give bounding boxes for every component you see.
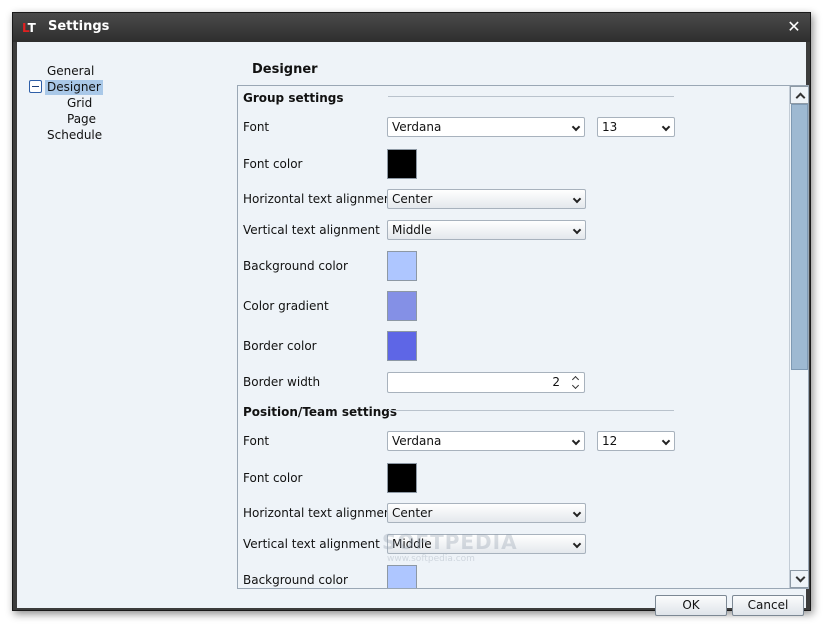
spin-up-icon[interactable] [572, 374, 580, 382]
group-border-width-stepper[interactable]: 2 [387, 372, 585, 393]
team-halign-label: Horizontal text alignment [243, 506, 397, 520]
tree-item-grid[interactable]: Grid [65, 96, 94, 111]
section-title-group: Group settings [243, 91, 344, 105]
group-font-color-label: Font color [243, 157, 303, 171]
group-border-color-label: Border color [243, 339, 317, 353]
settings-tree: General Designer Grid Page Schedule [17, 42, 237, 582]
cancel-button[interactable]: Cancel [732, 595, 804, 616]
settings-content: Group settings Font Verdana 13 Font colo… [238, 86, 789, 588]
team-halign-value: Center [392, 506, 433, 520]
panel-title: Designer [252, 62, 318, 77]
team-valign-label: Vertical text alignment [243, 537, 380, 551]
ok-button[interactable]: OK [655, 595, 727, 616]
vertical-scrollbar[interactable] [789, 86, 808, 588]
group-font-select[interactable]: Verdana [387, 117, 585, 137]
group-border-width-value: 2 [552, 375, 560, 389]
chevron-down-icon [572, 225, 582, 235]
group-bg-label: Background color [243, 259, 348, 273]
section-divider [388, 410, 674, 411]
logo-letter-t: T [27, 21, 36, 35]
team-font-select[interactable]: Verdana [387, 431, 585, 451]
app-logo-icon: LT [22, 21, 38, 35]
settings-window: LT Settings ✕ General Designer Grid Page… [12, 12, 811, 616]
group-halign-value: Center [392, 192, 433, 206]
scroll-up-icon[interactable] [790, 86, 808, 104]
team-halign-select[interactable]: Center [387, 503, 586, 523]
group-font-size-value: 13 [602, 120, 618, 134]
group-font-value: Verdana [392, 120, 442, 134]
team-font-color-label: Font color [243, 471, 303, 485]
group-halign-select[interactable]: Center [387, 189, 586, 209]
group-border-color-swatch[interactable] [387, 331, 417, 361]
chevron-down-icon [661, 436, 671, 446]
team-bg-color-swatch[interactable] [387, 565, 417, 588]
chevron-down-icon [572, 194, 582, 204]
team-font-color-swatch[interactable] [387, 463, 417, 493]
group-border-width-label: Border width [243, 375, 321, 389]
chevron-down-icon [571, 436, 581, 446]
group-font-size-select[interactable]: 13 [597, 117, 675, 137]
watermark-url: www.softpedia.com [387, 554, 475, 564]
title-bar[interactable]: LT Settings ✕ [13, 13, 810, 42]
tree-item-general[interactable]: General [45, 64, 96, 79]
scrollbar-thumb[interactable] [791, 104, 808, 370]
team-bg-label: Background color [243, 573, 348, 587]
chevron-down-icon [572, 539, 582, 549]
group-font-label: Font [243, 120, 270, 134]
section-title-team: Position/Team settings [243, 405, 397, 419]
window-title: Settings [48, 19, 110, 34]
chevron-down-icon [661, 122, 671, 132]
watermark-text: SOFTPEDIA [382, 530, 518, 554]
group-valign-select[interactable]: Middle [387, 220, 586, 240]
tree-item-schedule[interactable]: Schedule [45, 128, 104, 143]
group-valign-label: Vertical text alignment [243, 223, 380, 237]
team-font-value: Verdana [392, 434, 442, 448]
group-gradient-label: Color gradient [243, 299, 329, 313]
team-font-size-value: 12 [602, 434, 618, 448]
group-gradient-color-swatch[interactable] [387, 291, 417, 321]
chevron-down-icon [571, 122, 581, 132]
group-valign-value: Middle [392, 223, 432, 237]
group-bg-color-swatch[interactable] [387, 251, 417, 281]
section-divider [388, 96, 674, 97]
group-halign-label: Horizontal text alignment [243, 192, 397, 206]
tree-item-designer[interactable]: Designer [45, 80, 103, 95]
team-font-label: Font [243, 434, 270, 448]
collapse-icon[interactable] [29, 80, 42, 93]
dialog-client-area: General Designer Grid Page Schedule Desi… [17, 42, 809, 616]
scroll-down-icon[interactable] [790, 570, 808, 588]
settings-scroll-area[interactable]: Group settings Font Verdana 13 Font colo… [237, 85, 809, 589]
tree-item-page[interactable]: Page [65, 112, 98, 127]
close-icon[interactable]: ✕ [785, 18, 803, 36]
team-font-size-select[interactable]: 12 [597, 431, 675, 451]
chevron-down-icon [572, 508, 582, 518]
spin-down-icon[interactable] [572, 383, 580, 391]
group-font-color-swatch[interactable] [387, 149, 417, 179]
